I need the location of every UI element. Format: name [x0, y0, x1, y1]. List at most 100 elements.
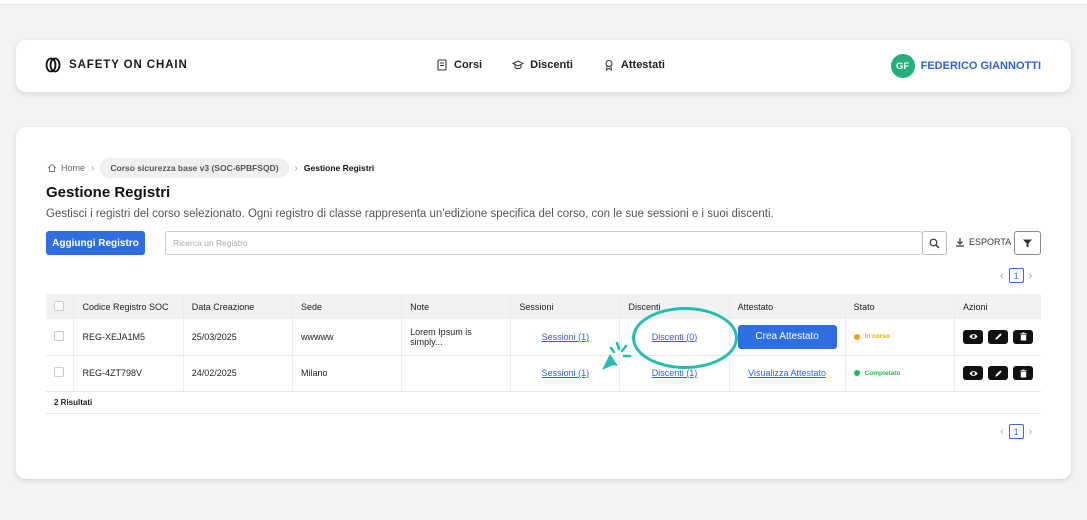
row-checkbox[interactable] [54, 330, 64, 341]
trash-icon [1019, 332, 1027, 341]
breadcrumb-course[interactable]: Corso sicurezza base v3 (SOC-6PBFSQD) [100, 158, 289, 178]
highlight-circle [632, 307, 738, 369]
status-label: In corso [864, 333, 890, 341]
page-title: Gestione Registri [46, 184, 171, 201]
row-actions [963, 329, 1033, 344]
edit-button[interactable] [988, 329, 1008, 344]
registri-table: Codice Registro SOC Data Creazione Sede … [46, 294, 1041, 414]
select-all-header [46, 294, 75, 319]
azioni-cell [954, 355, 1041, 392]
trash-icon [1019, 368, 1027, 378]
sede-cell: Milano [292, 355, 403, 392]
results-count: 2 Risultati [46, 391, 1041, 414]
search-input[interactable] [165, 231, 923, 255]
data-cell: 25/03/2025 [183, 319, 294, 356]
codice-cell: REG-4ZT798V [73, 355, 184, 392]
main-nav: Corsi Discenti Attestati [436, 59, 665, 71]
graduation-cap-icon [512, 60, 525, 70]
book-icon [437, 59, 447, 71]
nav-item-label: Corsi [454, 59, 483, 71]
nav-item-discenti[interactable]: Discenti [512, 59, 573, 71]
search-icon [929, 238, 940, 248]
breadcrumb-home-label: Home [61, 163, 86, 173]
view-button[interactable] [963, 366, 983, 380]
row-select-cell [46, 319, 75, 356]
column-header[interactable]: Codice Registro SOC [73, 294, 184, 319]
user-menu[interactable]: GF FEDERICO GIANNOTTI [890, 54, 1041, 78]
pencil-icon [994, 369, 1002, 377]
nav-item-label: Attestati [620, 59, 665, 71]
delete-button[interactable] [1013, 329, 1033, 344]
search-button[interactable] [922, 231, 947, 255]
nav-item-label: Discenti [530, 59, 573, 71]
sede-cell: wwwww [292, 319, 403, 356]
avatar: GF [890, 54, 915, 78]
nav-item-attestati[interactable]: Attestati [603, 59, 665, 71]
attestato-cell: Crea Attestato [729, 319, 846, 356]
prev-page-button[interactable]: ‹ [1000, 426, 1004, 438]
note-cell [401, 355, 512, 392]
filter-button[interactable] [1014, 231, 1041, 255]
table-row: REG-4ZT798V 24/02/2025 Milano Sessioni (… [46, 355, 1041, 392]
note-cell: Lorem Ipsum is simply... [401, 319, 512, 356]
row-checkbox[interactable] [54, 367, 64, 377]
results-row: 2 Risultati [46, 391, 1041, 414]
chevron-right-icon: › [91, 162, 95, 174]
navbar: SAFETY ON CHAIN Corsi Discenti Attestati… [16, 40, 1071, 92]
column-header[interactable]: Sede [292, 294, 403, 319]
prev-page-button[interactable]: ‹ [1000, 270, 1004, 282]
table-row: REG-XEJA1M5 25/03/2025 wwwww Lorem Ipsum… [46, 319, 1041, 356]
page-number[interactable]: 1 [1008, 268, 1024, 283]
status-badge: In corso [853, 333, 946, 341]
status-label: Completato [864, 369, 901, 377]
breadcrumb-home[interactable]: Home [47, 163, 85, 173]
export-button[interactable]: ESPORTA [955, 237, 1011, 247]
discenti-link[interactable]: Discenti (1) [652, 368, 698, 378]
azioni-cell [954, 319, 1041, 356]
eye-icon [968, 334, 978, 340]
column-header[interactable]: Stato [845, 294, 956, 319]
eye-icon [968, 370, 978, 376]
pagination-top: ‹ 1 › [1000, 268, 1032, 283]
registri-card: Home › Corso sicurezza base v3 (SOC-6PBF… [16, 127, 1071, 479]
column-header[interactable]: Attestato [729, 294, 846, 319]
top-edge [0, 0, 1087, 5]
row-select-cell [46, 355, 75, 392]
click-cursor-icon [602, 341, 632, 370]
page-number[interactable]: 1 [1008, 424, 1024, 439]
select-all-checkbox[interactable] [54, 300, 64, 311]
edit-button[interactable] [988, 366, 1008, 380]
column-header[interactable]: Data Creazione [183, 294, 294, 319]
brand[interactable]: SAFETY ON CHAIN [45, 57, 188, 73]
next-page-button[interactable]: › [1029, 270, 1033, 282]
breadcrumb: Home › Corso sicurezza base v3 (SOC-6PBF… [47, 158, 374, 178]
status-dot-icon [853, 370, 860, 376]
table-header-row: Codice Registro SOC Data Creazione Sede … [46, 294, 1041, 319]
data-cell: 24/02/2025 [183, 355, 294, 392]
brand-logo-icon [45, 57, 61, 73]
sessioni-link[interactable]: Sessioni (1) [542, 368, 590, 378]
chevron-right-icon: › [294, 162, 298, 174]
pagination-bottom: ‹ 1 › [1000, 424, 1032, 439]
stato-cell: Completato [845, 355, 956, 392]
row-actions [963, 366, 1033, 380]
attestato-cell: Visualizza Attestato [729, 355, 846, 392]
sessioni-link[interactable]: Sessioni (1) [542, 332, 590, 342]
status-badge: Completato [853, 369, 946, 377]
user-name: FEDERICO GIANNOTTI [920, 60, 1041, 72]
nav-item-corsi[interactable]: Corsi [436, 59, 482, 71]
codice-cell: REG-XEJA1M5 [73, 319, 184, 356]
stato-cell: In corso [845, 319, 956, 356]
visualizza-attestato-link[interactable]: Visualizza Attestato [748, 368, 826, 378]
certificate-icon [605, 60, 613, 71]
page-subtitle: Gestisci i registri del corso selezionat… [46, 208, 774, 220]
export-label: ESPORTA [969, 237, 1012, 247]
column-header[interactable]: Note [401, 294, 512, 319]
next-page-button[interactable]: › [1029, 426, 1033, 438]
column-header[interactable]: Sessioni [510, 294, 621, 319]
view-button[interactable] [963, 329, 983, 344]
add-registro-button[interactable]: Aggiungi Registro [46, 231, 145, 255]
delete-button[interactable] [1013, 366, 1033, 380]
status-dot-icon [853, 333, 860, 340]
crea-attestato-button[interactable]: Crea Attestato [737, 324, 837, 349]
